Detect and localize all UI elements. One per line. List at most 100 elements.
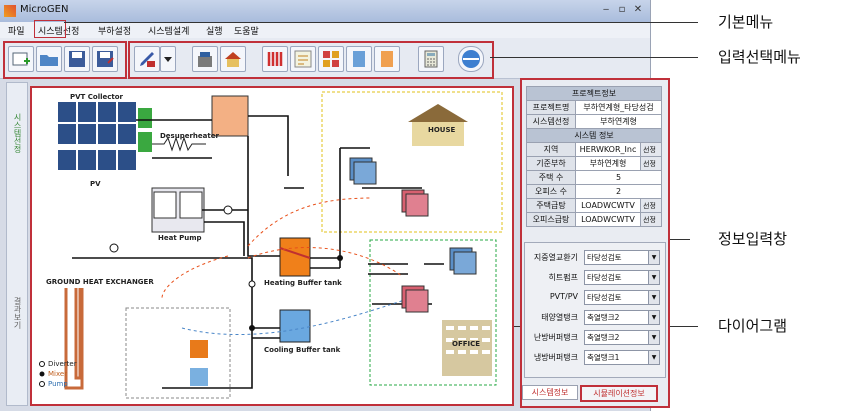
house-count-label: 주택 수 <box>526 170 576 185</box>
info-input-panel: 프로젝트정보 프로젝트명 부하연계형_타당성검 시스템선정 부하연계형 시스템 … <box>520 78 670 408</box>
ghx-label: 지중열교환기 <box>533 253 578 262</box>
callout-line-input <box>490 57 698 58</box>
pvt-select[interactable]: 타당성검토 <box>584 290 650 305</box>
tab-system-select[interactable]: 시스템선정 <box>12 113 23 153</box>
pvt-inverter-icon <box>138 108 152 128</box>
mixer-icon-2 <box>337 255 343 261</box>
pvt-label: PVT/PV <box>549 292 578 301</box>
region-select-button[interactable]: 선정 <box>640 142 662 157</box>
project-name-field[interactable]: 부하연계형_타당성검 <box>575 100 662 115</box>
region-field[interactable]: HERWKOR_Inc <box>575 142 641 157</box>
app-logo-icon <box>4 5 16 17</box>
legend-mixer: Mixer <box>48 370 68 378</box>
menu-file[interactable]: 파일 <box>8 24 25 37</box>
label-heating-tank: Heating Buffer tank <box>264 279 342 287</box>
project-info-table: 프로젝트정보 프로젝트명 부하연계형_타당성검 시스템선정 부하연계형 시스템 … <box>526 86 662 227</box>
chevron-down-icon[interactable]: ▼ <box>648 310 660 325</box>
system-select-label: 시스템선정 <box>526 114 576 129</box>
callout-basic-menu: 기본메뉴 <box>718 13 774 31</box>
pump-icon-2 <box>223 205 233 215</box>
callout-line-basic <box>64 22 698 23</box>
heatpump-select[interactable]: 타당성검토 <box>584 270 650 285</box>
system-select-field[interactable]: 부하연계형 <box>575 114 662 129</box>
tab-simulation-info[interactable]: 시뮬레이션정보 <box>580 385 658 402</box>
house-building-icon <box>408 104 468 146</box>
close-button[interactable]: ✕ <box>630 3 646 17</box>
window-title: MicroGEN <box>20 4 69 15</box>
office-hotwater-field[interactable]: LOADWCWTV <box>575 212 641 227</box>
cooling-tank-select[interactable]: 축열탱크1 <box>584 350 650 365</box>
solar-tank-select[interactable]: 축열탱크2 <box>584 310 650 325</box>
pvt-collector-icon <box>58 102 136 144</box>
mixer-icon-1 <box>249 325 255 331</box>
label-pv: PV <box>90 180 101 188</box>
label-ghx: GROUND HEAT EXCHANGER <box>46 278 154 286</box>
base-load-field[interactable]: 부하연계형 <box>575 156 641 171</box>
tab-results[interactable]: 결과보기 <box>12 297 23 329</box>
diagram-canvas <box>39 91 503 399</box>
chevron-down-icon[interactable]: ▼ <box>648 330 660 345</box>
project-name-label: 프로젝트명 <box>526 100 576 115</box>
flow-line-heat-3 <box>161 255 229 299</box>
system-menu-highlight <box>34 20 66 38</box>
dropdown-row-ghx: 지중열교환기 타당성검토 ▼ <box>528 250 660 265</box>
legend-pump: Pump <box>48 380 68 388</box>
menu-load-setting[interactable]: 부하설정 <box>98 24 131 37</box>
base-load-label: 기준부하 <box>526 156 576 171</box>
dropdown-row-pvt: PVT/PV 타당성검토 ▼ <box>528 290 660 305</box>
diverter-icon-1 <box>248 280 256 288</box>
menu-help[interactable]: 도움말 <box>234 24 259 37</box>
office-count-label: 오피스 수 <box>526 184 576 199</box>
basic-menu-highlight <box>3 41 127 79</box>
cooling-source-cool-icon <box>190 368 208 386</box>
chevron-down-icon[interactable]: ▼ <box>648 270 660 285</box>
legend <box>39 361 45 387</box>
desuperheater-icon <box>211 95 249 137</box>
label-cooling-tank: Cooling Buffer tank <box>264 346 341 354</box>
cooling-source-hot-icon <box>190 340 208 358</box>
pump-icon-1 <box>109 243 119 253</box>
menu-system-design[interactable]: 시스템설계 <box>148 24 189 37</box>
title-bar: MicroGEN ‒ ▫ ✕ <box>0 0 650 22</box>
base-load-select-button[interactable]: 선정 <box>640 156 662 171</box>
region-label: 지역 <box>526 142 576 157</box>
office-hotwater-label: 오피스급탕 <box>526 212 576 227</box>
system-header: 시스템 정보 <box>526 128 662 143</box>
cooling-zone-frame <box>125 307 231 399</box>
fcu-unit-house-2 <box>401 189 429 217</box>
fcu-unit-house-1 <box>349 157 377 185</box>
left-tab-strip: 시스템선정 결과보기 <box>6 82 28 406</box>
office-building-icon <box>442 320 492 376</box>
legend-diverter: Diverter <box>48 360 77 368</box>
house-hotwater-label: 주택급탕 <box>526 198 576 213</box>
heating-tank-select[interactable]: 축열탱크2 <box>584 330 650 345</box>
dropdown-row-solar-tank: 태양열탱크 축열탱크2 ▼ <box>528 310 660 325</box>
flow-line-heat-2 <box>247 247 403 277</box>
pv-inverter-icon <box>138 132 152 152</box>
chevron-down-icon[interactable]: ▼ <box>648 250 660 265</box>
tab-system-info[interactable]: 시스템정보 <box>522 385 578 400</box>
house-hotwater-select-button[interactable]: 선정 <box>640 198 662 213</box>
ground-loop-icon <box>64 288 84 390</box>
office-count-field[interactable]: 2 <box>575 184 662 199</box>
menu-run[interactable]: 실행 <box>206 24 223 37</box>
pv-panel-icon <box>58 150 136 170</box>
label-heat-pump: Heat Pump <box>158 234 202 242</box>
callout-info-panel: 정보입력창 <box>718 230 788 248</box>
callout-input-menu: 입력선택메뉴 <box>718 48 801 66</box>
cooling-tank-label: 냉방버퍼탱크 <box>533 353 578 362</box>
house-hotwater-field[interactable]: LOADWCWTV <box>575 198 641 213</box>
office-hotwater-select-button[interactable]: 선정 <box>640 212 662 227</box>
solar-tank-label: 태양열탱크 <box>541 313 578 322</box>
system-diagram: PVT Collector PV Desuperheater Heat Pump… <box>30 86 514 406</box>
house-count-field[interactable]: 5 <box>575 170 662 185</box>
chevron-down-icon[interactable]: ▼ <box>648 290 660 305</box>
label-desuperheater: Desuperheater <box>160 132 219 140</box>
callout-diagram: 다이어그램 <box>718 317 788 335</box>
label-pvt: PVT Collector <box>70 93 124 101</box>
chevron-down-icon[interactable]: ▼ <box>648 350 660 365</box>
dropdown-row-heatpump: 히트펌프 타당성검토 ▼ <box>528 270 660 285</box>
minimize-button[interactable]: ‒ <box>598 3 614 17</box>
ghx-select[interactable]: 타당성검토 <box>584 250 650 265</box>
maximize-button[interactable]: ▫ <box>614 3 630 17</box>
